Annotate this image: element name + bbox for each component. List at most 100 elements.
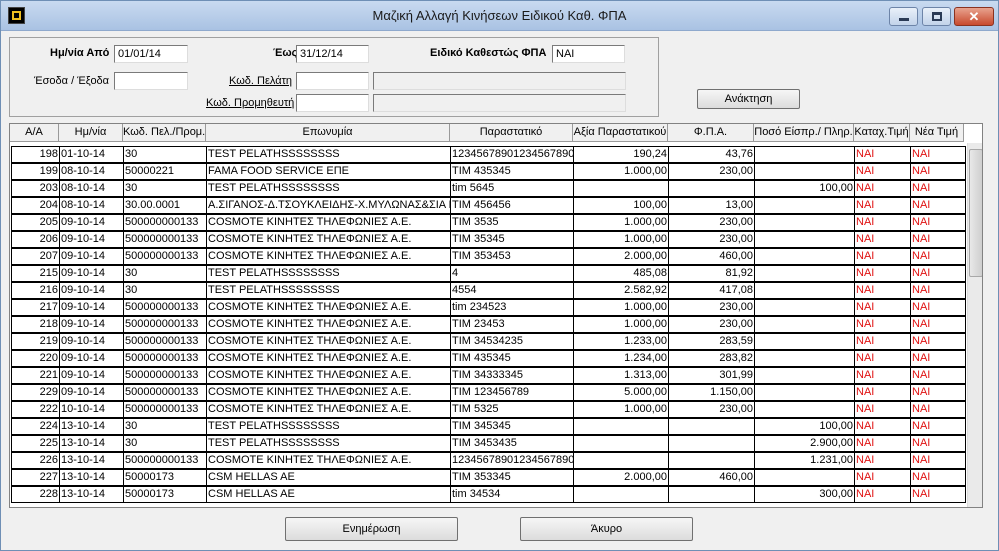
table-cell xyxy=(755,266,855,281)
table-cell: ΤΙΜ 353453 xyxy=(451,249,574,264)
table-cell: TEST PELATHSSSSSSSS xyxy=(207,419,451,434)
search-button[interactable]: Ανάκτηση xyxy=(697,89,800,109)
table-cell: ΝΑΙ xyxy=(912,216,931,228)
table-cell xyxy=(755,351,855,366)
table-row[interactable]: 216 09-10-14 30 TEST PELATHSSSSSSSS 4554 2.58… xyxy=(11,282,966,299)
table-cell: 30.00.0001 xyxy=(124,198,207,213)
column-header[interactable]: Νέα Τιμή xyxy=(910,124,964,141)
table-cell: 4554 xyxy=(451,283,574,298)
table-cell: ΝΑΙ xyxy=(855,334,911,349)
table-cell: 500000000133 xyxy=(124,453,207,468)
table-cell: 2.900,00 xyxy=(755,436,855,451)
table-cell: TEST PELATHSSSSSSSS xyxy=(207,436,451,451)
table-cell: ΝΑΙ xyxy=(912,182,931,194)
table-row[interactable]: 199 08-10-14 50000221 FAMA FOOD SERVICE ΕΠΕ… xyxy=(11,163,966,180)
column-header[interactable]: Κωδ. Πελ./Προμ. xyxy=(123,124,206,141)
date-to-input[interactable] xyxy=(296,45,369,63)
table-row[interactable]: 203 08-10-14 30 TEST PELATHSSSSSSSS tim 5645… xyxy=(11,180,966,197)
table-cell: 1.000,00 xyxy=(574,317,669,332)
column-header[interactable]: Επωνυμία xyxy=(206,124,450,141)
column-header[interactable]: Φ.Π.Α. xyxy=(668,124,754,141)
table-cell: 224 xyxy=(12,419,60,434)
table-row[interactable]: 222 10-10-14 500000000133 COSMOTE ΚΙΝΗΤΕΣ Τ… xyxy=(11,401,966,418)
table-cell: 2.000,00 xyxy=(574,249,669,264)
table-cell: 4 xyxy=(451,266,574,281)
table-cell: 12345678901234567890 xyxy=(452,453,574,468)
table-cell: 500000000133 xyxy=(124,334,207,349)
table-cell: CSM HELLAS AE xyxy=(207,470,451,485)
table-cell xyxy=(755,164,855,179)
scrollbar-thumb[interactable] xyxy=(969,149,982,277)
table-cell xyxy=(755,385,855,400)
table-cell: 30 xyxy=(124,266,207,281)
date-from-input[interactable] xyxy=(114,45,188,63)
table-cell xyxy=(755,215,855,230)
table-cell: 100,00 xyxy=(755,419,855,434)
table-cell: 13-10-14 xyxy=(60,487,124,502)
table-row[interactable]: 204 08-10-14 30.00.0001 Α.ΣΙΓΑΝΟΣ-Δ.ΤΣΟΥΚΛΕ… xyxy=(11,197,966,214)
table-row[interactable]: 225 13-10-14 30 TEST PELATHSSSSSSSS ΤΙΜ 3453… xyxy=(11,435,966,452)
column-header[interactable]: Ποσό Είσπρ./ Πληρ. xyxy=(754,124,854,141)
table-cell: ΝΑΙ xyxy=(912,165,931,177)
table-cell: COSMOTE ΚΙΝΗΤΕΣ ΤΗΛΕΦΩΝΙΕΣ Α.Ε. xyxy=(207,453,451,468)
column-header[interactable]: Καταχ.Τιμή xyxy=(854,124,910,141)
table-cell: ΝΑΙ xyxy=(912,488,931,500)
vertical-scrollbar[interactable] xyxy=(967,143,982,507)
table-cell: 283,82 xyxy=(669,351,755,366)
close-button[interactable]: ✕ xyxy=(954,7,994,26)
table-cell: ΝΑΙ xyxy=(855,470,911,485)
table-row[interactable]: 207 09-10-14 500000000133 COSMOTE ΚΙΝΗΤΕΣ Τ… xyxy=(11,248,966,265)
table-row[interactable]: 224 13-10-14 30 TEST PELATHSSSSSSSS ΤΙΜ 3453… xyxy=(11,418,966,435)
table-cell: 1.150,00 xyxy=(669,385,755,400)
table-row[interactable]: 206 09-10-14 500000000133 COSMOTE ΚΙΝΗΤΕΣ Τ… xyxy=(11,231,966,248)
customer-code-input[interactable] xyxy=(296,72,369,90)
supplier-code-input[interactable] xyxy=(296,94,369,112)
table-cell: 1.231,00 xyxy=(755,453,855,468)
table-cell: ΝΑΙ xyxy=(912,148,931,160)
table-row[interactable]: 227 13-10-14 50000173 CSM HELLAS AE ΤΙΜ 3533… xyxy=(11,469,966,486)
table-cell: ΝΑΙ xyxy=(855,215,911,230)
table-cell: 12345678901234567890 xyxy=(452,147,574,162)
table-cell: ΝΑΙ xyxy=(855,249,911,264)
column-header[interactable]: Α/Α xyxy=(10,124,59,141)
column-header[interactable]: Παραστατικό xyxy=(450,124,573,141)
column-header[interactable]: Αξία Παραστατικού xyxy=(573,124,668,141)
table-row[interactable]: 226 13-10-14 500000000133 COSMOTE ΚΙΝΗΤΕΣ Τ… xyxy=(11,452,966,469)
table-row[interactable]: 229 09-10-14 500000000133 COSMOTE ΚΙΝΗΤΕΣ Τ… xyxy=(11,384,966,401)
in-out-input[interactable] xyxy=(114,72,188,90)
table-cell: 227 xyxy=(12,470,60,485)
table-cell: 1.000,00 xyxy=(574,232,669,247)
table-row[interactable]: 217 09-10-14 500000000133 COSMOTE ΚΙΝΗΤΕΣ Τ… xyxy=(11,299,966,316)
table-cell: 09-10-14 xyxy=(60,351,124,366)
table-row[interactable]: 218 09-10-14 500000000133 COSMOTE ΚΙΝΗΤΕΣ Τ… xyxy=(11,316,966,333)
table-row[interactable]: 215 09-10-14 30 TEST PELATHSSSSSSSS 4 485,08 8… xyxy=(11,265,966,282)
table-cell: TEST PELATHSSSSSSSS xyxy=(207,283,451,298)
table-cell: 205 xyxy=(12,215,60,230)
table-cell xyxy=(574,181,669,196)
table-row[interactable]: 198 01-10-14 30 TEST PELATHSSSSSSSS 12345678… xyxy=(11,146,966,163)
table-row[interactable]: 228 13-10-14 50000173 CSM HELLAS AE tim 3453… xyxy=(11,486,966,503)
title-bar[interactable]: Μαζική Αλλαγή Κινήσεων Ειδικού Καθ. ΦΠΑ … xyxy=(1,1,998,31)
table-cell: 08-10-14 xyxy=(60,198,124,213)
table-row[interactable]: 221 09-10-14 500000000133 COSMOTE ΚΙΝΗΤΕΣ Τ… xyxy=(11,367,966,384)
table-cell xyxy=(669,436,755,451)
cancel-button[interactable]: Άκυρο xyxy=(520,517,693,541)
update-button[interactable]: Ενημέρωση xyxy=(285,517,458,541)
table-cell: 226 xyxy=(12,453,60,468)
table-cell: COSMOTE ΚΙΝΗΤΕΣ ΤΗΛΕΦΩΝΙΕΣ Α.Ε. xyxy=(207,300,451,315)
table-cell: 1.233,00 xyxy=(574,334,669,349)
table-cell: ΝΑΙ xyxy=(912,386,931,398)
table-row[interactable]: 205 09-10-14 500000000133 COSMOTE ΚΙΝΗΤΕΣ Τ… xyxy=(11,214,966,231)
maximize-button[interactable] xyxy=(922,7,951,26)
table-cell: 09-10-14 xyxy=(60,368,124,383)
column-header[interactable]: Ημ/νία xyxy=(59,124,123,141)
supplier-code-label[interactable]: Κωδ. Προμηθευτή xyxy=(206,97,294,109)
customer-code-label[interactable]: Κωδ. Πελάτη xyxy=(229,75,292,87)
minimize-button[interactable] xyxy=(889,7,918,26)
table-row[interactable]: 219 09-10-14 500000000133 COSMOTE ΚΙΝΗΤΕΣ Τ… xyxy=(11,333,966,350)
table-cell: ΤΙΜ 35345 xyxy=(451,232,574,247)
table-cell: ΤΙΜ 5325 xyxy=(451,402,574,417)
vat-status-input[interactable] xyxy=(552,45,625,63)
table-cell: 500000000133 xyxy=(124,215,207,230)
table-row[interactable]: 220 09-10-14 500000000133 COSMOTE ΚΙΝΗΤΕΣ Τ… xyxy=(11,350,966,367)
